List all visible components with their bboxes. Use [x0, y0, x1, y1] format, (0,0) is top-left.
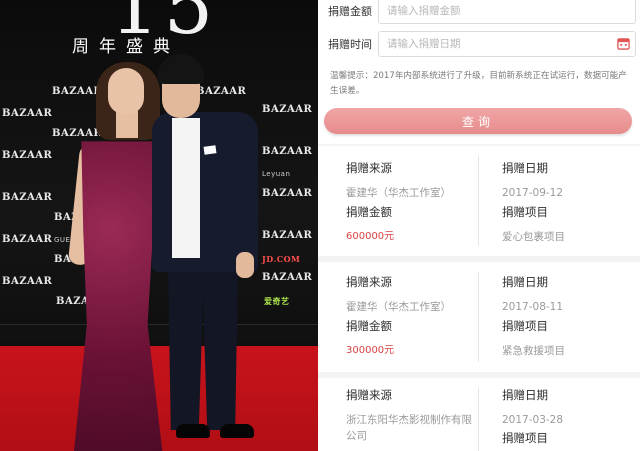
- record-project: 捐赠项目 紧急救援项目: [502, 318, 565, 359]
- source-label: 捐赠来源: [346, 161, 392, 175]
- date-row: 捐赠时间: [328, 31, 636, 57]
- record-source: 捐赠来源 霍建华（华杰工作室）: [346, 274, 451, 315]
- project-label: 捐赠项目: [502, 431, 548, 445]
- date-value: 2017-09-12: [502, 187, 564, 199]
- record-source: 捐赠来源 浙江东阳华杰影视制作有限公司: [346, 387, 472, 444]
- wall-logo: BAZAAR: [2, 276, 53, 287]
- record-date: 捐赠日期 2017-08-11: [502, 274, 563, 315]
- anniversary-title: 周年盛典: [72, 37, 180, 57]
- amount-input[interactable]: [378, 0, 636, 24]
- sponsor-strip: [0, 324, 318, 342]
- project-value: 爱心包裹项目: [502, 231, 565, 243]
- wall-logo: BAZAAR: [196, 86, 247, 97]
- amount-value: 300000元: [346, 345, 395, 356]
- record-project: 捐赠项目 爱心包裹项目: [502, 204, 565, 245]
- amount-row: 捐赠金额: [328, 0, 636, 24]
- date-value: 2017-03-28: [502, 414, 564, 426]
- wall-logo: BAZAAR: [262, 272, 313, 283]
- pocket-square: [203, 145, 217, 155]
- wall-sponsor-logo: JD.COM: [262, 254, 301, 264]
- record-divider: [478, 156, 479, 246]
- amount-label: 捐赠金额: [346, 205, 392, 219]
- man-suit-jacket: [152, 112, 258, 272]
- donation-record: 捐赠来源 霍建华（华杰工作室） 捐赠日期 2017-09-12 捐赠金额 600…: [318, 146, 640, 256]
- amount-label: 捐赠金额: [346, 319, 392, 333]
- date-label: 捐赠日期: [502, 388, 548, 402]
- wall-logo: BAZAAR: [2, 150, 53, 161]
- date-value: 2017-08-11: [502, 301, 564, 313]
- donation-record: 捐赠来源 浙江东阳华杰影视制作有限公司 捐赠日期 2017-03-28 捐赠项目: [318, 378, 640, 451]
- amount-label: 捐赠金额: [328, 5, 372, 18]
- date-label: 捐赠时间: [328, 38, 372, 51]
- man-shirt: [172, 118, 200, 258]
- source-value: 浙江东阳华杰影视制作有限公司: [346, 414, 472, 442]
- wall-logo: BAZAAR: [2, 192, 53, 203]
- man-hand: [236, 252, 254, 278]
- query-button[interactable]: 查询: [324, 108, 632, 134]
- date-label: 捐赠日期: [502, 161, 548, 175]
- record-date: 捐赠日期 2017-09-12: [502, 160, 563, 201]
- source-value: 霍建华（华杰工作室）: [346, 187, 451, 199]
- wall-logo: BAZAAR: [52, 86, 103, 97]
- woman-face: [108, 68, 144, 114]
- query-form: 捐赠金额 捐赠时间 温馨提示：2017年内部系统进行了升级，目前新系统正在试运行…: [318, 0, 640, 144]
- man-shoe: [220, 424, 254, 438]
- wall-logo: BAZAAR: [2, 234, 53, 245]
- source-value: 霍建华（华杰工作室）: [346, 301, 451, 313]
- date-input[interactable]: [378, 31, 636, 57]
- wall-logo: BAZAAR: [2, 108, 53, 119]
- record-amount: 捐赠金额 300000元: [346, 318, 394, 359]
- donation-record: 捐赠来源 霍建华（华杰工作室） 捐赠日期 2017-08-11 捐赠金额 300…: [318, 262, 640, 372]
- source-label: 捐赠来源: [346, 275, 392, 289]
- event-photo: 15 周年盛典 BAZAAR BAZAAR BAZAAR BAZAAR BAZA…: [0, 0, 318, 451]
- wall-logo: BAZAAR: [262, 146, 313, 157]
- wall-logo: BAZAAR: [262, 230, 313, 241]
- wall-logo: BAZAAR: [262, 188, 313, 199]
- record-divider: [478, 272, 479, 362]
- calendar-icon[interactable]: [617, 37, 630, 50]
- man-shoe: [176, 424, 210, 438]
- record-project: 捐赠项目: [502, 430, 548, 446]
- source-label: 捐赠来源: [346, 388, 392, 402]
- amount-value: 600000元: [346, 231, 395, 242]
- donation-query-panel: 捐赠金额 捐赠时间 温馨提示：2017年内部系统进行了升级，目前新系统正在试运行…: [318, 0, 640, 451]
- wall-sponsor-logo: Leyuan: [262, 170, 291, 178]
- date-label: 捐赠日期: [502, 275, 548, 289]
- wall-logo: BAZAAR: [262, 104, 313, 115]
- project-value: 紧急救援项目: [502, 345, 565, 357]
- wall-logo: BAZAAR: [52, 128, 103, 139]
- record-source: 捐赠来源 霍建华（华杰工作室）: [346, 160, 451, 201]
- record-amount: 捐赠金额 600000元: [346, 204, 394, 245]
- project-label: 捐赠项目: [502, 205, 548, 219]
- date-field: [378, 31, 636, 57]
- project-label: 捐赠项目: [502, 319, 548, 333]
- record-date: 捐赠日期 2017-03-28: [502, 387, 563, 428]
- record-divider: [478, 388, 479, 451]
- wall-sponsor-logo: 爱奇艺: [264, 296, 290, 306]
- system-notice: 温馨提示：2017年内部系统进行了升级，目前新系统正在试运行，数据可能产生误差。: [330, 71, 627, 96]
